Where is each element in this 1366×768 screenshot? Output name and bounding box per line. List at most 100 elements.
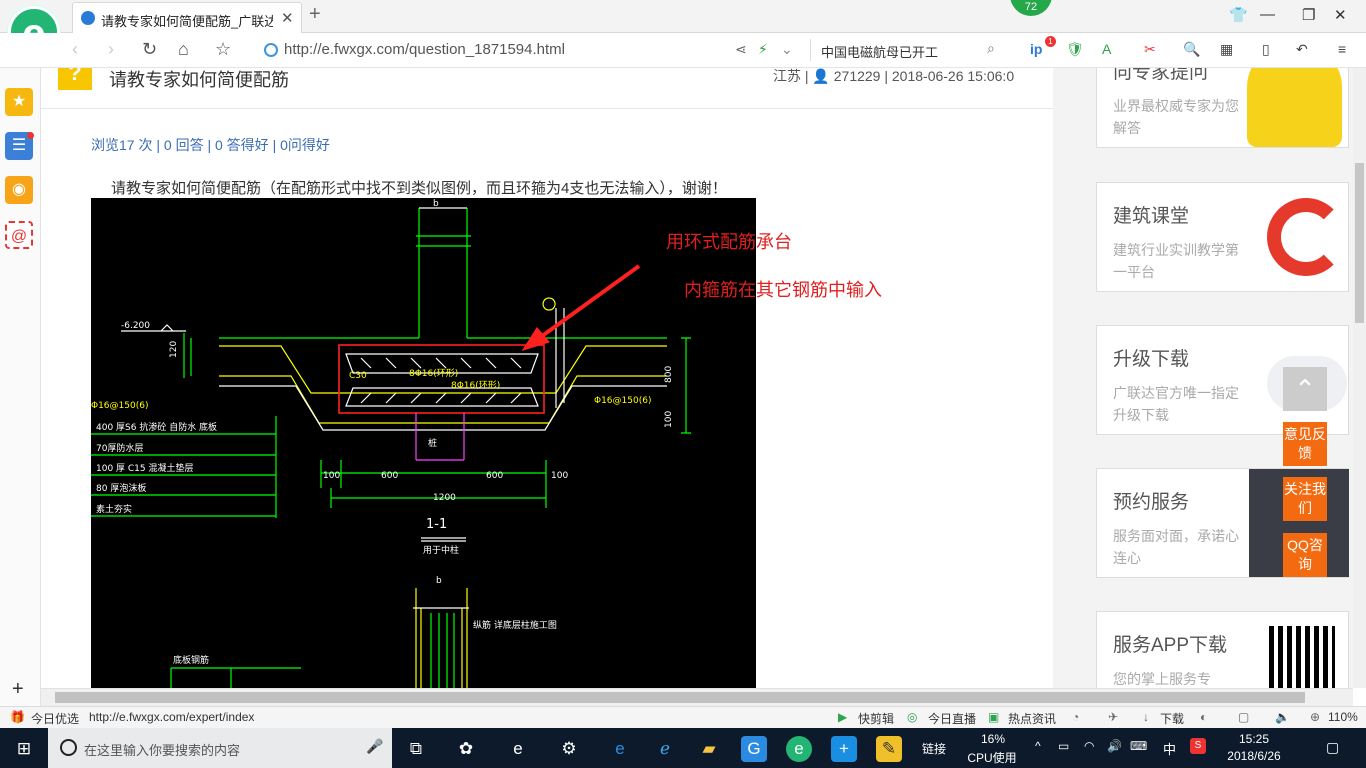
horizontal-scrollbar[interactable] [41, 688, 1353, 706]
back-icon[interactable]: ‹ [72, 39, 78, 60]
lightning-icon[interactable]: ⚡ [758, 41, 768, 58]
ask-expert-card[interactable]: 向专家提问 业界最权威专家为您解答 [1096, 68, 1349, 148]
extension-icon[interactable]: ip [1030, 41, 1042, 57]
clock-date[interactable]: 2018/6/26 [1219, 749, 1289, 763]
card-title: 向专家提问 [1113, 68, 1209, 83]
card-subtitle: 广联达官方唯一指定升级下载 [1113, 385, 1239, 423]
night-mode-icon[interactable]: ◐ [1200, 710, 1207, 724]
menu-icon[interactable]: ≡ [1338, 41, 1346, 57]
keyboard-icon[interactable]: ⌨ [1130, 739, 1147, 753]
favorites-star-icon[interactable]: ★ [5, 88, 33, 116]
scissors-icon[interactable]: ✂ [1144, 41, 1156, 58]
good-questions-count[interactable]: 0问得好 [280, 137, 330, 153]
live-link[interactable]: 今日直播 [928, 710, 976, 727]
taskbar-search-placeholder[interactable]: 在这里输入你要搜索的内容 [84, 740, 240, 759]
cpu-percent: 16% [980, 732, 1006, 746]
cortana-icon [60, 739, 77, 756]
notification-badge[interactable]: 72 [1010, 0, 1052, 16]
notes-app-icon[interactable]: ✎ [876, 736, 902, 762]
battery-icon[interactable]: ▭ [1058, 739, 1069, 753]
good-answers-count[interactable]: 0 答得好 [215, 137, 269, 153]
task-view-icon[interactable]: ⧉ [403, 736, 429, 762]
search-query[interactable]: 中国电磁航母已开工 [821, 42, 938, 61]
download-link[interactable]: 下载 [1160, 710, 1184, 727]
qq-consult-button[interactable]: QQ咨询 [1283, 533, 1327, 577]
taskbar-link-label[interactable]: 链接 [922, 740, 946, 757]
lower-column-label: 纵筋 详底层柱施工图 [473, 619, 557, 631]
settings-app-icon[interactable]: ⚙ [556, 736, 582, 762]
clock-time[interactable]: 15:25 [1226, 732, 1282, 746]
scroll-thumb[interactable] [55, 692, 1305, 703]
clip-icon: ▶ [838, 710, 848, 724]
search-box[interactable]: 中国电磁航母已开工 ⌕ [810, 39, 1005, 61]
add-sidebar-item-icon[interactable]: + [12, 678, 24, 701]
address-url[interactable]: http://e.fwxgx.com/question_1871594.html [284, 41, 565, 58]
layer-1-label: 400 厚S6 抗渗砼 自防水 底板 [96, 421, 217, 433]
close-window-button[interactable]: ✕ [1334, 6, 1347, 24]
speed-icon[interactable]: ◔ [1072, 710, 1079, 724]
new-tab-button[interactable]: + [309, 3, 321, 26]
news-icon: ▣ [988, 710, 1000, 724]
glodon-g-icon[interactable]: G [741, 736, 767, 762]
undo-icon[interactable]: ↶ [1296, 41, 1308, 58]
wifi-icon[interactable]: ◠ [1084, 739, 1094, 753]
volume-icon[interactable]: 🔊 [1107, 739, 1122, 753]
windows-taskbar: ⊞ 在这里输入你要搜索的内容 🎤 ⧉ ✿ e ⚙ e ℯ ▰ G e + ✎ 链… [0, 728, 1366, 768]
shirt-skin-icon[interactable]: 👕 [1229, 6, 1248, 24]
magnifier-icon[interactable]: 🔍 [1183, 41, 1200, 58]
navigation-bar: ‹ › ↻ ⌂ ☆ http://e.fwxgx.com/question_18… [0, 33, 1366, 68]
weibo-icon[interactable]: ◉ [5, 176, 33, 204]
chevron-down-icon[interactable]: ⌄ [781, 41, 793, 58]
follow-us-button[interactable]: 关注我们 [1283, 477, 1327, 521]
feedback-button[interactable]: 意见反馈 [1283, 422, 1327, 466]
plus-app-icon[interactable]: + [831, 736, 857, 762]
ie-icon[interactable]: ℯ [652, 736, 678, 762]
taskbar-search[interactable]: 在这里输入你要搜索的内容 🎤 [48, 728, 392, 768]
question-user-id[interactable]: 271229 [834, 68, 881, 84]
pinwheel-app-icon[interactable]: ✿ [453, 736, 479, 762]
cad-drawing-image: b -6.200 120 800 100 8Φ16(环形) 8Φ16(环形) C… [91, 198, 756, 688]
reload-icon[interactable]: ↻ [142, 39, 157, 60]
restore-button[interactable]: ❐ [1302, 6, 1315, 24]
scroll-thumb[interactable] [1355, 163, 1364, 323]
answers-count[interactable]: 0 回答 [164, 137, 204, 153]
favorite-star-icon[interactable]: ☆ [215, 39, 231, 60]
translate-icon[interactable]: A [1102, 41, 1111, 57]
mail-at-icon[interactable]: @ [5, 221, 33, 249]
edge-icon[interactable]: e [607, 736, 633, 762]
browser-tab[interactable]: 请教专家如何简便配筋_广联达服 ✕ [72, 2, 302, 33]
forward-icon[interactable]: › [108, 39, 114, 60]
sound-icon[interactable]: 🔈 [1275, 710, 1290, 724]
file-explorer-icon[interactable]: ▰ [696, 736, 722, 762]
share-icon[interactable]: ⋖ [735, 41, 747, 58]
back-to-top-button[interactable]: ⌃ [1283, 367, 1327, 411]
hot-news-link[interactable]: 热点资讯 [1008, 710, 1056, 727]
tab-close-icon[interactable]: ✕ [281, 9, 294, 27]
address-bar[interactable]: http://e.fwxgx.com/question_1871594.html [262, 39, 807, 61]
notification-center-icon[interactable]: ▢ [1326, 739, 1339, 756]
tray-chevron-icon[interactable]: ^ [1035, 739, 1041, 753]
app-download-card[interactable]: 服务APP下载 您的掌上服务专 [1096, 611, 1349, 688]
gift-icon: 🎁 [10, 710, 25, 724]
windows-start-icon[interactable]: ⊞ [11, 736, 37, 762]
sogou-ime-icon[interactable]: S [1190, 738, 1206, 754]
cpu-label: CPU使用 [967, 751, 1017, 765]
today-picks-link[interactable]: 今日优选 [31, 710, 79, 727]
tablet-icon[interactable]: ▯ [1262, 41, 1270, 58]
home-icon[interactable]: ⌂ [178, 39, 189, 60]
ime-indicator[interactable]: 中 [1163, 739, 1176, 758]
window-icon[interactable]: ▢ [1238, 710, 1249, 724]
apps-grid-icon[interactable]: ▦ [1220, 41, 1233, 58]
browser-sidebar: ★ ☰ ◉ @ + [0, 68, 41, 708]
browser-e-icon[interactable]: e [505, 736, 531, 762]
zoom-level[interactable]: 110% [1328, 710, 1358, 724]
quick-clip-link[interactable]: 快剪辑 [858, 710, 894, 727]
minimize-button[interactable]: — [1260, 6, 1275, 23]
course-card[interactable]: 建筑课堂 建筑行业实训教学第一平台 [1096, 182, 1349, 292]
shield-yen-icon[interactable]: 🛡 [1066, 41, 1084, 58]
microphone-icon[interactable]: 🎤 [366, 738, 383, 755]
pin-icon[interactable]: ✈ [1108, 710, 1118, 724]
active-browser-icon[interactable]: e [786, 736, 812, 762]
vertical-scrollbar[interactable] [1353, 68, 1366, 688]
search-icon[interactable]: ⌕ [987, 40, 995, 57]
